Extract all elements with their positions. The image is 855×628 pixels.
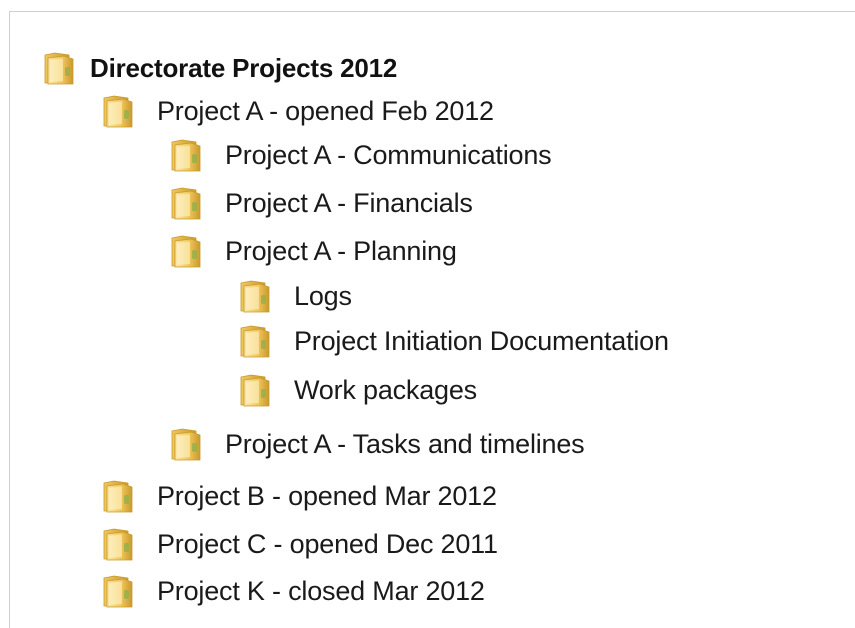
folder-icon — [169, 185, 203, 221]
tree-node-project-k[interactable]: Project K - closed Mar 2012 — [101, 571, 485, 611]
folder-tree: Directorate Projects 2012 Project A - op… — [10, 12, 855, 628]
folder-icon — [101, 93, 135, 129]
tree-node-directorate-projects-2012[interactable]: Directorate Projects 2012 — [42, 48, 397, 88]
tree-node-project-initiation-documentation[interactable]: Project Initiation Documentation — [238, 321, 669, 361]
folder-icon — [101, 573, 135, 609]
tree-node-logs[interactable]: Logs — [238, 276, 352, 316]
folder-icon — [101, 478, 135, 514]
folder-icon — [42, 50, 76, 86]
tree-node-project-a-planning[interactable]: Project A - Planning — [169, 231, 457, 271]
tree-node-label: Work packages — [294, 374, 477, 405]
tree-node-label: Logs — [294, 280, 352, 311]
tree-node-project-a-communications[interactable]: Project A - Communications — [169, 135, 552, 175]
folder-icon — [169, 137, 203, 173]
tree-node-project-c[interactable]: Project C - opened Dec 2011 — [101, 524, 498, 564]
folder-icon — [169, 233, 203, 269]
folder-icon — [238, 372, 272, 408]
tree-node-work-packages[interactable]: Work packages — [238, 370, 477, 410]
tree-node-label: Project K - closed Mar 2012 — [157, 575, 485, 606]
folder-icon — [238, 323, 272, 359]
tree-node-label: Project A - Communications — [225, 139, 552, 170]
window: Directorate Projects 2012 Project A - op… — [0, 0, 855, 628]
tree-node-label: Project A - Financials — [225, 187, 473, 218]
tree-node-label: Project A - Tasks and timelines — [225, 428, 585, 459]
tree-node-label: Project C - opened Dec 2011 — [157, 528, 498, 559]
folder-icon — [238, 278, 272, 314]
tree-node-project-a[interactable]: Project A - opened Feb 2012 — [101, 91, 494, 131]
tree-node-project-b[interactable]: Project B - opened Mar 2012 — [101, 476, 497, 516]
tree-node-project-a-tasks-and-timelines[interactable]: Project A - Tasks and timelines — [169, 424, 585, 464]
tree-node-project-a-financials[interactable]: Project A - Financials — [169, 183, 473, 223]
folder-tree-panel: Directorate Projects 2012 Project A - op… — [9, 11, 855, 628]
tree-node-label: Directorate Projects 2012 — [90, 52, 398, 83]
folder-icon — [169, 426, 203, 462]
folder-icon — [101, 526, 135, 562]
tree-node-label: Project A - Planning — [225, 235, 457, 266]
tree-node-label: Project A - opened Feb 2012 — [157, 95, 494, 126]
tree-node-label: Project Initiation Documentation — [294, 325, 669, 356]
tree-node-label: Project B - opened Mar 2012 — [157, 480, 497, 511]
